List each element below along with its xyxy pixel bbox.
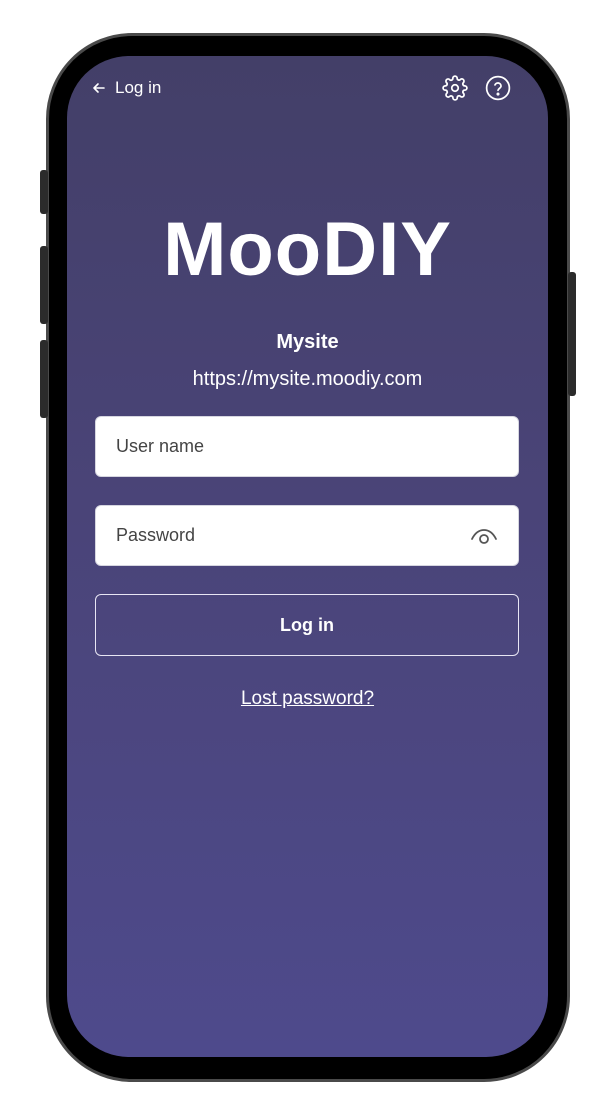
back-label: Log in (115, 78, 162, 97)
lost-password-container: Lost password? (67, 688, 548, 710)
phone-volume-up (40, 246, 48, 324)
site-url: https://mysite.moodiy.com (192, 368, 423, 390)
question-circle-icon[interactable] (485, 75, 511, 101)
arrow-left-icon (93, 83, 105, 93)
eye-icon[interactable] (470, 524, 498, 548)
lost-password-link[interactable]: Lost password? (241, 688, 374, 709)
back-button[interactable]: Log in (91, 78, 161, 98)
gear-icon[interactable] (442, 75, 468, 101)
app-logo: MooDIY (163, 207, 452, 292)
phone-volume-down (40, 340, 48, 418)
top-bar: Log in (67, 56, 548, 120)
username-input[interactable] (96, 417, 518, 476)
phone-mute-switch (40, 170, 48, 214)
app-screen: Log in MooDIY Mysite https://mysite.mood… (67, 56, 548, 1057)
password-input[interactable] (96, 506, 518, 565)
site-name: Mysite (276, 331, 339, 353)
username-field (95, 416, 519, 477)
phone-power-button (568, 272, 576, 396)
login-button[interactable]: Log in (95, 594, 519, 656)
password-field (95, 505, 519, 566)
